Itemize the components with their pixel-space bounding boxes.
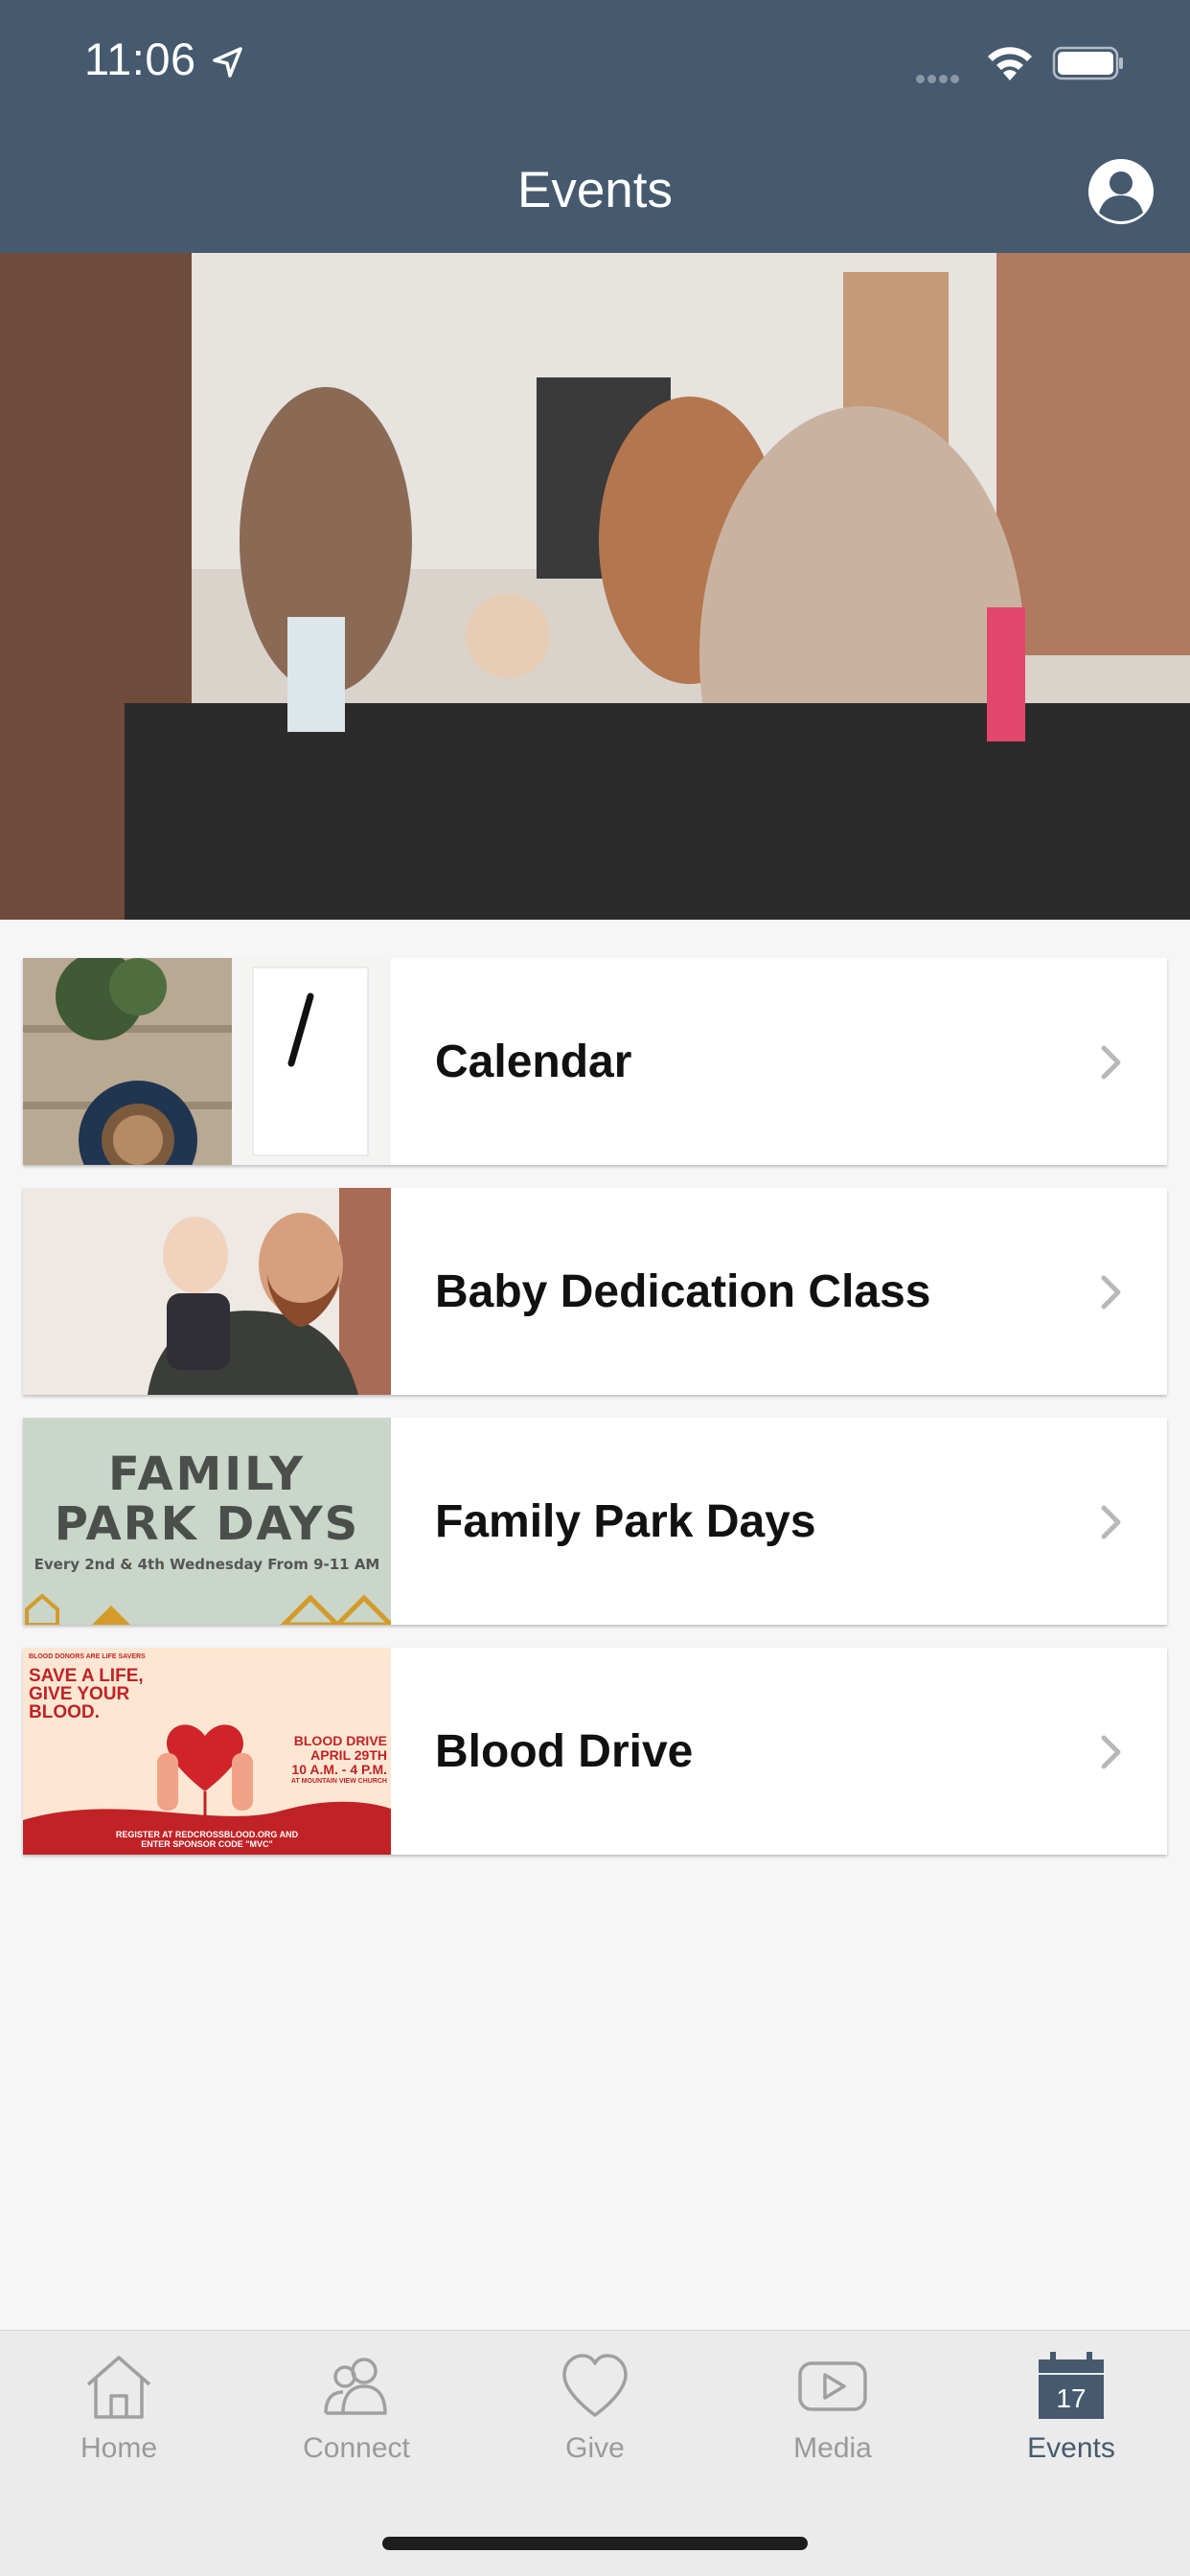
status-time: 11:06 xyxy=(84,34,196,84)
event-label: Blood Drive xyxy=(435,1725,694,1777)
thumb-text: BLOOD DRIVE xyxy=(293,1733,387,1748)
event-label: Calendar xyxy=(435,1036,632,1087)
calendar-icon: 17 xyxy=(1039,2352,1104,2419)
chevron-right-icon xyxy=(1101,1505,1121,1539)
event-label: Baby Dedication Class xyxy=(435,1265,931,1317)
location-arrow-icon xyxy=(213,47,242,78)
page-title: Events xyxy=(516,162,674,218)
home-icon xyxy=(86,2356,151,2419)
thumb-text: GIVE YOUR xyxy=(29,1684,130,1704)
wifi-icon xyxy=(988,47,1032,80)
app-header: 11:06 Events xyxy=(0,0,1190,253)
baby-dedication-thumbnail xyxy=(23,1188,391,1395)
event-card-calendar[interactable]: Calendar xyxy=(23,958,1167,1165)
thumb-title: PARK DAYS xyxy=(54,1497,360,1551)
profile-icon[interactable] xyxy=(1087,157,1156,226)
thumb-subtitle: Every 2nd & 4th Wednesday From 9-11 AM xyxy=(34,1556,380,1573)
tab-media[interactable]: Media xyxy=(714,2350,951,2465)
thumb-text: REGISTER AT REDCROSSBLOOD.ORG AND xyxy=(115,1830,299,1839)
thumb-text: ENTER SPONSOR CODE "MVC" xyxy=(141,1839,273,1849)
thumb-text: BLOOD. xyxy=(29,1702,100,1722)
event-card-blood-drive[interactable]: BLOOD DONORS ARE LIFE SAVERS SAVE A LIFE… xyxy=(23,1648,1167,1855)
battery-icon xyxy=(1052,46,1123,80)
tab-label: Home xyxy=(80,2432,158,2464)
blood-drive-thumbnail: BLOOD DONORS ARE LIFE SAVERS SAVE A LIFE… xyxy=(23,1648,391,1855)
tab-label: Media xyxy=(793,2432,872,2464)
hero-image xyxy=(0,253,1190,920)
event-label: Family Park Days xyxy=(435,1495,816,1547)
event-card-family-park-days[interactable]: FAMILY PARK DAYS Every 2nd & 4th Wednesd… xyxy=(23,1418,1167,1625)
cellular-signal-icon xyxy=(916,71,962,88)
thumb-text: AT MOUNTAIN VIEW CHURCH xyxy=(290,1778,387,1785)
event-card-baby-dedication[interactable]: Baby Dedication Class xyxy=(23,1188,1167,1395)
thumb-text: 10 A.M. - 4 P.M. xyxy=(291,1762,387,1777)
tab-home[interactable]: Home xyxy=(0,2350,238,2465)
events-list: Calendar Baby Dedication Class FAMILY PA… xyxy=(23,958,1167,1878)
chevron-right-icon xyxy=(1101,1275,1121,1310)
tab-connect[interactable]: Connect xyxy=(238,2350,475,2465)
tab-label: Give xyxy=(565,2432,625,2464)
calendar-badge: 17 xyxy=(1056,2383,1086,2413)
heart-icon xyxy=(562,2354,628,2417)
tab-label: Events xyxy=(1027,2432,1115,2464)
tab-events[interactable]: 17 Events xyxy=(952,2350,1190,2465)
tab-give[interactable]: Give xyxy=(476,2350,714,2465)
thumb-text: APRIL 29TH xyxy=(310,1747,387,1763)
people-icon xyxy=(324,2358,387,2415)
chevron-right-icon xyxy=(1101,1735,1121,1769)
thumb-text: SAVE A LIFE, xyxy=(29,1666,144,1686)
play-icon xyxy=(798,2361,867,2411)
home-indicator xyxy=(382,2537,808,2550)
thumb-title: FAMILY xyxy=(108,1448,306,1501)
family-park-days-thumbnail: FAMILY PARK DAYS Every 2nd & 4th Wednesd… xyxy=(23,1418,391,1625)
chevron-right-icon xyxy=(1101,1045,1121,1080)
tab-label: Connect xyxy=(303,2432,410,2464)
calendar-thumbnail xyxy=(23,958,391,1165)
thumb-text: BLOOD DONORS ARE LIFE SAVERS xyxy=(29,1653,146,1660)
